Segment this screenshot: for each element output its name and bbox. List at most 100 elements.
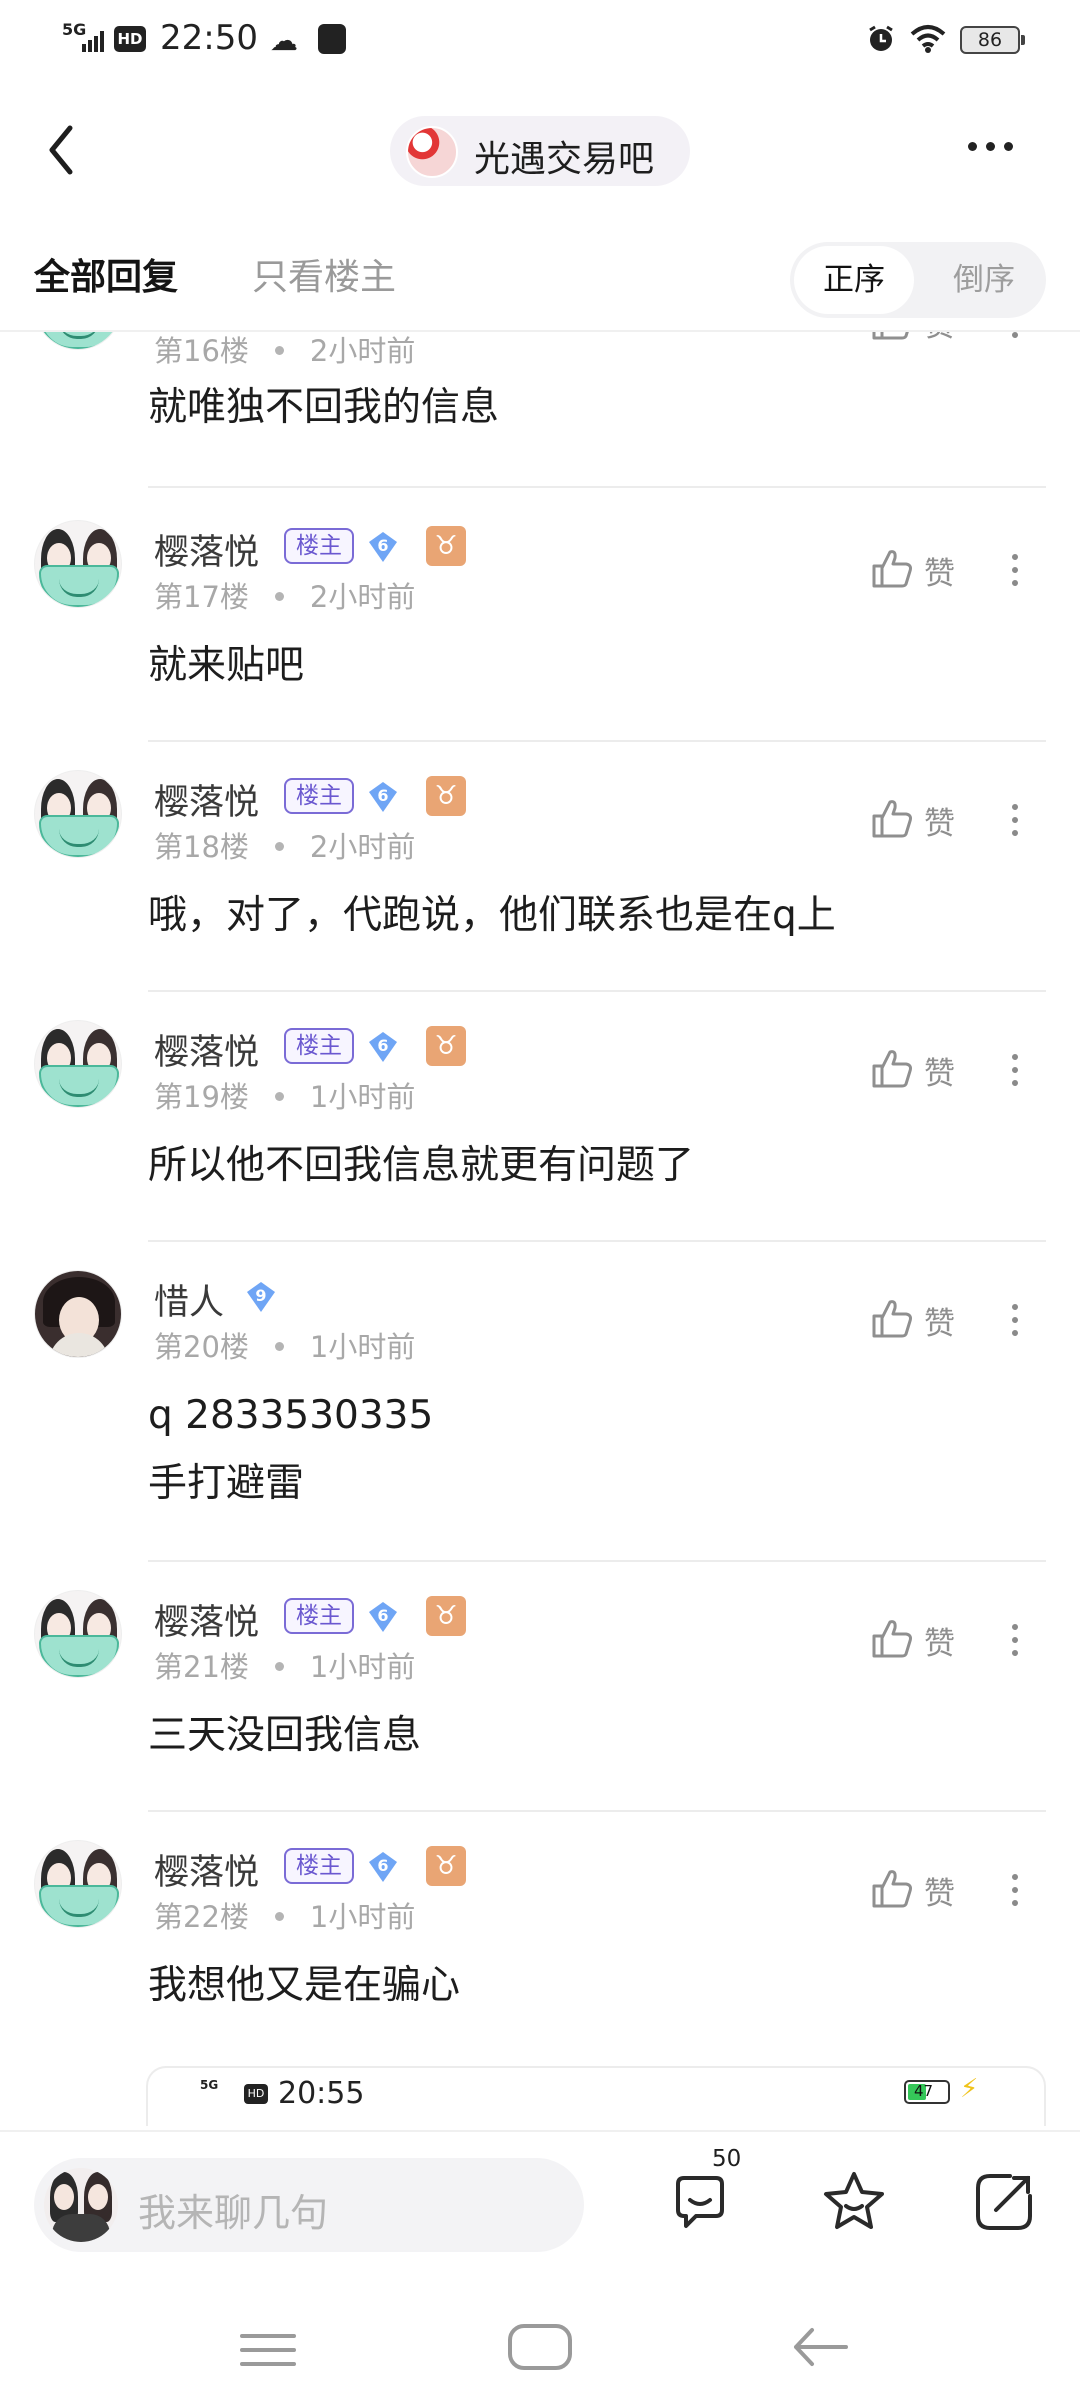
floor-number: 第21楼 — [154, 1650, 249, 1684]
status-bar: 5G HD 22:50 ☁ 86 — [0, 0, 1080, 84]
reply-content: 哦，对了，代跑说，他们联系也是在q上 — [148, 882, 836, 950]
comment-icon[interactable] — [668, 2170, 732, 2234]
alarm-icon — [869, 25, 893, 51]
like-button[interactable]: 赞 — [870, 540, 980, 600]
floor-number: 第20楼 — [154, 1330, 249, 1364]
embedded-hd-icon: HD — [244, 2084, 268, 2104]
status-time: 22:50 — [160, 18, 258, 58]
forum-chip[interactable]: 光遇交易吧 — [390, 116, 690, 186]
avatar[interactable] — [34, 520, 122, 608]
user-avatar — [44, 2168, 118, 2242]
like-button[interactable]: 赞 — [870, 1040, 980, 1100]
reply-more-icon[interactable] — [1000, 1610, 1030, 1670]
like-button[interactable]: 赞 — [870, 790, 980, 850]
op-badge: 楼主 — [284, 1028, 354, 1064]
share-icon[interactable] — [970, 2168, 1038, 2236]
like-button[interactable]: 赞 — [870, 332, 980, 352]
avatar[interactable] — [34, 1590, 122, 1678]
sort-asc-button[interactable]: 正序 — [794, 246, 914, 314]
sort-desc-button[interactable]: 倒序 — [926, 246, 1042, 314]
like-button[interactable]: 赞 — [870, 1610, 980, 1670]
avatar[interactable] — [34, 332, 122, 350]
level-badge-icon: 6 — [366, 1600, 400, 1634]
op-badge: 楼主 — [284, 778, 354, 814]
like-label: 赞 — [924, 556, 955, 592]
reply-more-icon[interactable] — [1000, 790, 1030, 850]
reply-content: 就来贴吧 — [148, 632, 304, 700]
level-number: 6 — [377, 1606, 389, 1625]
reply-meta: 第17楼 2小时前 — [154, 574, 415, 616]
reply-more-icon[interactable] — [1000, 1290, 1030, 1350]
reply-time: 1小时前 — [309, 1330, 416, 1364]
embedded-battery-icon: 47 — [904, 2080, 950, 2104]
separator — [148, 740, 1046, 742]
like-button[interactable]: 赞 — [870, 1290, 980, 1350]
forum-avatar — [406, 126, 458, 178]
home-button-icon[interactable] — [508, 2324, 572, 2370]
username[interactable]: 樱落悦 — [154, 1844, 259, 1895]
separator — [148, 1810, 1046, 1812]
forum-name: 光遇交易吧 — [474, 139, 655, 180]
tab-all-replies[interactable]: 全部回复 — [34, 248, 178, 300]
reply-feed[interactable]: 第16楼 2小时前 赞 就唯独不回我的信息 樱落悦 楼主 6 ♉ 第17楼 2小时前… — [0, 332, 1080, 2130]
hd-icon: HD — [114, 26, 146, 52]
separator — [148, 1560, 1046, 1562]
comment-input[interactable]: 我来聊几句 — [34, 2158, 584, 2252]
username[interactable]: 惜人 — [154, 1274, 224, 1325]
reply-meta: 第19楼 1小时前 — [154, 1074, 415, 1116]
reply-more-icon[interactable] — [1000, 332, 1030, 352]
floor-number: 第16楼 — [154, 334, 249, 368]
level-badge-icon: 9 — [244, 1280, 278, 1314]
reply-time: 1小时前 — [309, 1900, 416, 1934]
zodiac-badge-icon: ♉ — [426, 1596, 466, 1636]
level-number: 9 — [255, 1286, 267, 1305]
username[interactable]: 樱落悦 — [154, 1024, 259, 1075]
like-button[interactable]: 赞 — [870, 1860, 980, 1920]
thumbs-up-icon — [872, 332, 909, 340]
sort-toggle: 正序 倒序 — [790, 242, 1046, 318]
reply-more-icon[interactable] — [1000, 1040, 1030, 1100]
avatar[interactable] — [34, 1270, 122, 1358]
op-badge: 楼主 — [284, 528, 354, 564]
floor-number: 第18楼 — [154, 830, 249, 864]
level-number: 6 — [377, 1036, 389, 1055]
thumbs-up-icon — [872, 800, 912, 838]
more-dots-icon[interactable] — [962, 126, 1022, 166]
content-line: 哦，对了，代跑说，他们联系也是在q上 — [148, 893, 836, 938]
floor-number: 第22楼 — [154, 1900, 249, 1934]
reply-time: 1小时前 — [309, 1650, 416, 1684]
battery-icon: 86 — [960, 26, 1025, 54]
star-icon[interactable] — [820, 2168, 888, 2236]
reply-more-icon[interactable] — [1000, 540, 1030, 600]
content-line: 三天没回我信息 — [148, 1713, 422, 1758]
op-badge: 楼主 — [284, 1598, 354, 1634]
avatar[interactable] — [34, 770, 122, 858]
avatar[interactable] — [34, 1840, 122, 1928]
reply-more-icon[interactable] — [1000, 1860, 1030, 1920]
back-chevron-icon[interactable] — [40, 120, 90, 180]
username[interactable]: 樱落悦 — [154, 524, 259, 575]
embedded-battery-level: 47 — [914, 2082, 934, 2100]
floor-number: 第17楼 — [154, 580, 249, 614]
thumbs-up-icon — [872, 1300, 912, 1338]
zodiac-badge-icon: ♉ — [426, 526, 466, 566]
thumbs-up-icon — [872, 550, 912, 588]
tab-op-only[interactable]: 只看楼主 — [252, 248, 396, 300]
reply-meta: 第22楼 1小时前 — [154, 1894, 415, 1936]
recent-apps-icon[interactable] — [240, 2330, 296, 2370]
separator — [148, 486, 1046, 488]
embedded-screenshot-image[interactable]: 5G HD 20:55 47 ⚡ — [146, 2066, 1046, 2126]
op-badge: 楼主 — [284, 1848, 354, 1884]
avatar[interactable] — [34, 1020, 122, 1108]
system-back-icon[interactable] — [790, 2322, 850, 2372]
username[interactable]: 樱落悦 — [154, 1594, 259, 1645]
content-line: 就来贴吧 — [148, 643, 305, 688]
bottom-action-bar: 我来聊几句 50 — [0, 2130, 1080, 2290]
content-line: 所以他不回我信息就更有问题了 — [148, 1143, 695, 1188]
reply-content: 三天没回我信息 — [148, 1702, 421, 1770]
zodiac-badge-icon: ♉ — [426, 1026, 466, 1066]
level-badge-icon: 6 — [366, 780, 400, 814]
like-label: 赞 — [924, 1876, 955, 1912]
signal-icon — [82, 30, 108, 52]
username[interactable]: 樱落悦 — [154, 774, 259, 825]
